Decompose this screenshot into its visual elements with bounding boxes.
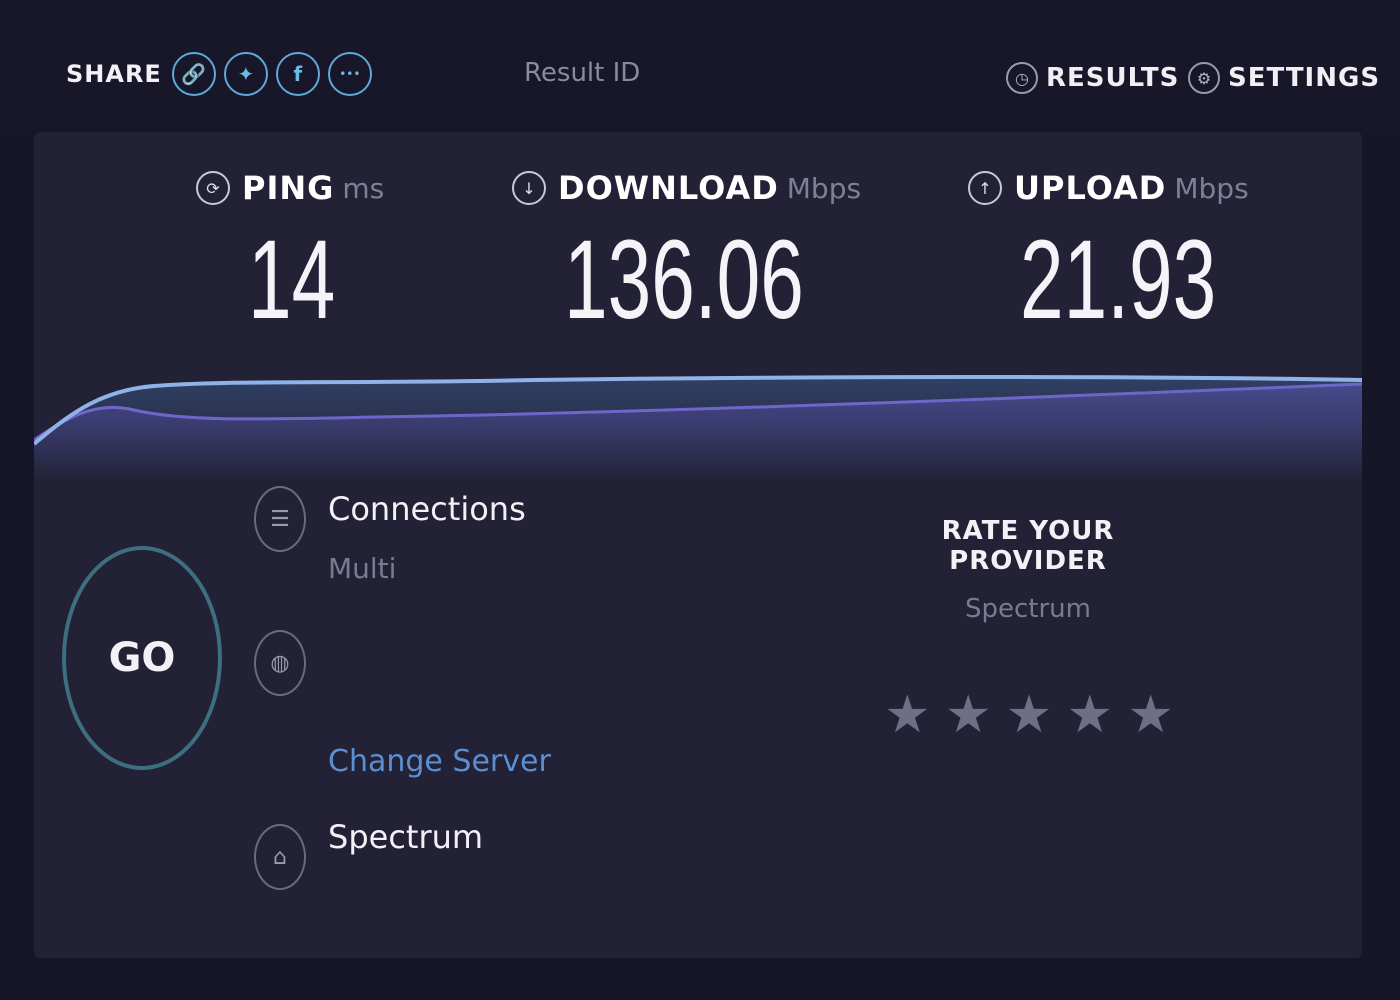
go-button[interactable]: GO — [62, 546, 222, 770]
ping-value: 14 — [248, 217, 336, 342]
facebook-share-button[interactable]: f — [275, 52, 320, 96]
more-share-button[interactable]: ••• — [327, 52, 372, 96]
twitter-share-button[interactable]: ✦ — [223, 52, 268, 96]
change-server-link[interactable]: Change Server — [328, 744, 551, 779]
globe-icon: ◍ — [254, 630, 306, 696]
connections-value[interactable]: Multi — [328, 552, 396, 585]
download-icon: ↓ — [512, 171, 546, 205]
star-rating: ★ ★ ★ ★ ★ — [884, 680, 1174, 750]
download-value: 136.06 — [564, 217, 804, 342]
results-button[interactable]: ◷ RESULTS — [1006, 54, 1179, 102]
star-icon-3[interactable]: ★ — [1006, 685, 1053, 745]
connections-label: Connections — [328, 490, 526, 528]
rate-provider-title: RATE YOUR PROVIDER — [941, 516, 1115, 576]
more-icon: ••• — [339, 67, 361, 81]
star-icon-5[interactable]: ★ — [1127, 685, 1174, 745]
top-bar: SHARE 🔗 ✦ f ••• Result ID ◷ RESULTS ⚙ SE… — [0, 0, 1400, 130]
results-icon: ◷ — [1006, 62, 1038, 94]
share-bar: SHARE 🔗 ✦ f ••• — [66, 48, 380, 100]
share-label: SHARE — [66, 60, 162, 88]
download-area — [34, 377, 1362, 480]
star-icon-2[interactable]: ★ — [945, 685, 992, 745]
gear-icon: ⚙ — [1188, 62, 1220, 94]
link-share-button[interactable]: 🔗 — [171, 52, 216, 96]
speed-graph — [34, 375, 1362, 480]
results-label: RESULTS — [1046, 63, 1180, 93]
go-label: GO — [108, 635, 176, 681]
result-id: Result ID — [524, 58, 641, 88]
star-icon-1[interactable]: ★ — [884, 685, 931, 745]
download-label: DOWNLOAD — [558, 169, 779, 207]
upload-unit: Mbps — [1174, 171, 1249, 205]
upload-value: 21.93 — [1020, 217, 1217, 342]
download-metric: ↓ DOWNLOAD Mbps 136.06 — [512, 160, 907, 336]
upload-metric: ↑ UPLOAD Mbps 21.93 — [968, 160, 1300, 336]
link-icon: 🔗 — [181, 62, 207, 86]
upload-icon: ↑ — [968, 171, 1002, 205]
settings-button[interactable]: ⚙ SETTINGS — [1188, 54, 1380, 102]
isp-name: Spectrum — [328, 818, 484, 856]
ping-label: PING — [242, 169, 335, 207]
star-icon-4[interactable]: ★ — [1067, 685, 1114, 745]
ping-icon: ⟳ — [196, 171, 230, 205]
ping-unit: ms — [342, 171, 385, 205]
facebook-icon: f — [293, 62, 303, 86]
settings-label: SETTINGS — [1228, 63, 1381, 93]
download-unit: Mbps — [786, 171, 862, 205]
ping-metric: ⟳ PING ms 14 — [196, 160, 384, 336]
user-icon: ⌂ — [254, 824, 306, 890]
twitter-icon: ✦ — [237, 62, 255, 86]
rate-provider-name: Spectrum — [965, 594, 1091, 624]
upload-label: UPLOAD — [1014, 169, 1167, 207]
connections-icon: ☰ — [254, 486, 306, 552]
